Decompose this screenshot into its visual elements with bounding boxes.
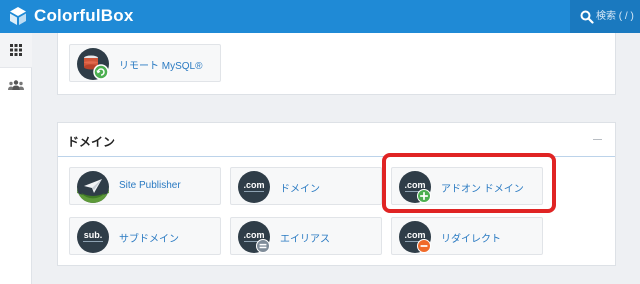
domains-item[interactable]: .com ドメイン — [230, 167, 382, 205]
site-publisher-item[interactable]: Site Publisher — [69, 167, 221, 205]
highlight-annotation — [382, 153, 556, 213]
item-label: リダイレクト — [441, 234, 501, 245]
search-icon[interactable] — [580, 10, 594, 24]
item-label: サブドメイン — [119, 234, 179, 245]
redirect-icon: .com — [399, 221, 431, 253]
item-label: ドメイン — [280, 184, 320, 195]
item-label: リモート MySQL® — [119, 61, 203, 72]
top-bar: ColorfulBox — [0, 0, 640, 33]
rail-item-apps[interactable] — [0, 33, 32, 67]
databases-panel: リモート MySQL® — [57, 33, 616, 95]
mysql-icon — [77, 48, 109, 80]
collapse-icon[interactable] — [593, 139, 602, 140]
alias-icon: .com — [238, 221, 270, 253]
grid-icon — [10, 44, 22, 56]
logo[interactable]: ColorfulBox — [8, 5, 133, 27]
domain-com-icon: .com — [238, 171, 270, 203]
panel-title: ドメイン — [67, 135, 116, 149]
item-label: エイリアス — [280, 234, 330, 245]
equals-badge-icon — [256, 239, 270, 253]
cube-logo-icon — [10, 7, 26, 25]
logo-text: ColorfulBox — [34, 6, 134, 25]
users-icon — [8, 79, 24, 90]
aliases-item[interactable]: .com エイリアス — [230, 217, 382, 255]
redirect-badge-icon — [417, 239, 431, 253]
redirects-item[interactable]: .com リダイレクト — [391, 217, 543, 255]
item-label: Site Publisher — [119, 180, 181, 191]
subdomains-item[interactable]: sub. サブドメイン — [69, 217, 221, 255]
subdomain-icon: sub. — [77, 221, 109, 253]
paper-plane-icon — [77, 171, 109, 203]
left-rail — [0, 33, 32, 284]
rail-item-users[interactable] — [0, 67, 32, 101]
panel-header: ドメイン — [58, 123, 615, 157]
search-box[interactable] — [570, 0, 640, 33]
remote-mysql-item[interactable]: リモート MySQL® — [69, 44, 221, 82]
search-input[interactable] — [596, 7, 640, 26]
